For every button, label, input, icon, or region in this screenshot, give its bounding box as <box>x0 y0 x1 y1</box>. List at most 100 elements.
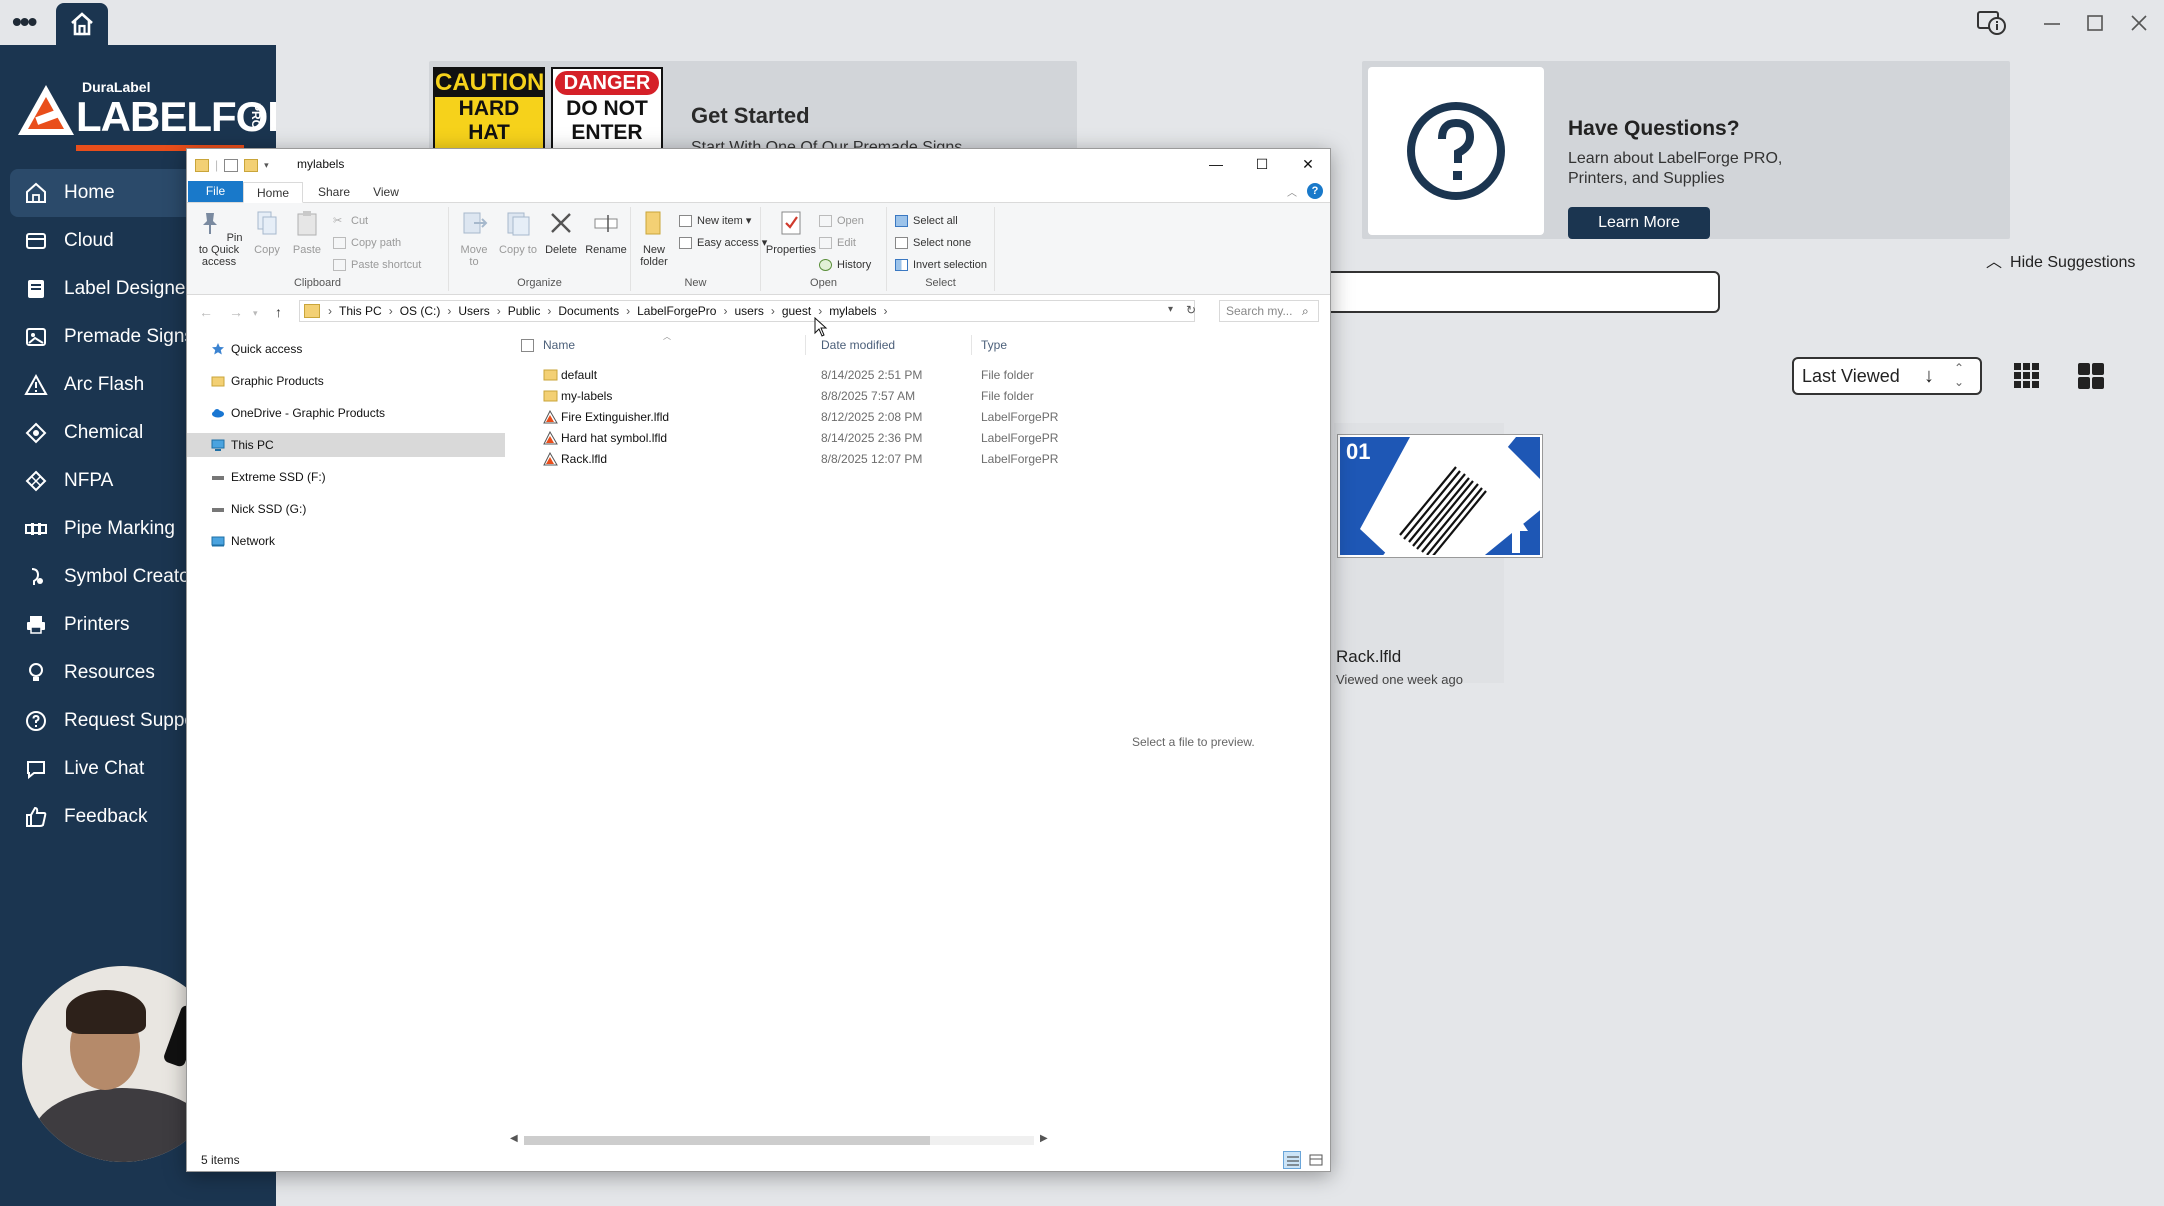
sort-select[interactable]: Last Viewed ↓ ⌃ ⌄ <box>1792 357 1982 395</box>
new-folder-label: New folder <box>640 244 668 268</box>
explorer-close-button[interactable]: ✕ <box>1285 149 1331 179</box>
hide-suggestions-button[interactable]: ︿ Hide Suggestions <box>1986 248 2135 272</box>
address-bar[interactable]: › This PC › OS (C:) › Users › Public › Docum… <box>299 300 1196 322</box>
file-row-hard-hat-symbol[interactable]: Hard hat symbol.lfld 8/14/2025 2:36 PM L… <box>505 428 1105 449</box>
history-button[interactable]: History <box>819 257 871 273</box>
copy-button[interactable]: Copy <box>249 209 285 256</box>
nav-network[interactable]: Network <box>187 529 505 553</box>
recent-locations-icon[interactable]: ▾ <box>253 308 258 319</box>
ribbon-collapse-icon[interactable]: ︿ <box>1287 184 1297 199</box>
large-icons-view-button[interactable] <box>1307 1151 1325 1169</box>
select-all-icon <box>895 215 908 227</box>
customize-toolbar-icon[interactable]: ▾ <box>264 160 269 171</box>
file-row-my-labels[interactable]: my-labels 8/8/2025 7:57 AM File folder <box>505 386 1105 407</box>
column-type[interactable]: Type <box>981 338 1007 352</box>
scrollbar-thumb[interactable] <box>524 1136 930 1145</box>
help-icon[interactable]: ? <box>1307 183 1323 199</box>
learn-more-button[interactable]: Learn More <box>1568 207 1710 239</box>
search-input[interactable] <box>1316 271 1720 313</box>
copy-path-label: Copy path <box>351 237 402 249</box>
recent-file-name[interactable]: Rack.lfld <box>1336 647 1401 667</box>
nav-graphic-products[interactable]: Graphic Products <box>187 369 505 393</box>
select-all-checkbox[interactable] <box>521 339 534 352</box>
ribbon-group-clipboard: Pin to Quick access Copy Paste ✂ Cut Copy… <box>187 207 449 291</box>
breadcrumb-item[interactable]: Public <box>508 304 541 318</box>
new-folder-button[interactable]: New folder <box>635 209 673 268</box>
cut-button[interactable]: ✂ Cut <box>333 213 368 229</box>
edit-label: Edit <box>837 237 856 249</box>
forward-arrow-icon[interactable]: → <box>229 304 243 320</box>
breadcrumb-item[interactable]: Users <box>458 304 489 318</box>
rename-button[interactable]: Rename <box>583 209 629 256</box>
invert-selection-button[interactable]: Invert selection <box>895 257 987 273</box>
breadcrumb-item[interactable]: OS (C:) <box>400 304 441 318</box>
new-item-button[interactable]: New item ▾ <box>679 213 751 229</box>
file-row-rack[interactable]: Rack.lfld 8/8/2025 12:07 PM LabelForgePR <box>505 449 1105 470</box>
pin-to-quick-access-button[interactable]: Pin to Quick access <box>193 209 245 268</box>
ribbon-group-label: New <box>684 277 707 289</box>
open-icon <box>819 215 832 227</box>
details-view-button[interactable] <box>1283 1151 1301 1169</box>
select-all-button[interactable]: Select all <box>895 213 958 229</box>
nav-quick-access[interactable]: Quick access <box>187 337 505 361</box>
breadcrumb-item[interactable]: This PC <box>339 304 382 318</box>
file-row-fire-extinguisher[interactable]: Fire Extinguisher.lfld 8/12/2025 2:08 PM… <box>505 407 1105 428</box>
home-tab[interactable] <box>56 3 108 45</box>
nav-onedrive[interactable]: OneDrive - Graphic Products <box>187 401 505 425</box>
new-folder-icon[interactable] <box>244 158 259 172</box>
maximize-button[interactable] <box>2078 8 2112 38</box>
select-none-button[interactable]: Select none <box>895 235 971 251</box>
edit-button[interactable]: Edit <box>819 235 856 251</box>
tab-file[interactable]: File <box>188 181 243 202</box>
properties-button[interactable]: Properties <box>765 209 817 256</box>
scroll-left-icon[interactable]: ◀ <box>510 1133 518 1144</box>
minimize-button[interactable] <box>2035 8 2069 38</box>
refresh-icon[interactable]: ↻ <box>1186 303 1196 317</box>
breadcrumb-item[interactable]: users <box>734 304 763 318</box>
details-view-icon <box>1287 1156 1299 1166</box>
breadcrumb-item[interactable]: mylabels <box>829 304 876 318</box>
delete-button[interactable]: Delete <box>541 209 581 256</box>
back-arrow-icon[interactable]: ← <box>199 304 213 320</box>
file-row-default[interactable]: default 8/14/2025 2:51 PM File folder <box>505 365 1105 386</box>
explorer-minimize-button[interactable]: — <box>1193 149 1239 179</box>
paste-shortcut-button[interactable]: Paste shortcut <box>333 257 421 273</box>
nav-this-pc[interactable]: This PC <box>187 433 505 457</box>
tab-home[interactable]: Home <box>243 182 303 203</box>
close-button[interactable] <box>2122 8 2156 38</box>
copy-label: Copy <box>254 244 280 256</box>
large-grid-view-button[interactable] <box>2076 361 2106 391</box>
notification-icon[interactable] <box>1975 8 2009 38</box>
address-dropdown-icon[interactable]: ▾ <box>1168 304 1173 315</box>
copy-path-button[interactable]: Copy path <box>333 235 401 251</box>
easy-access-button[interactable]: Easy access ▾ <box>679 235 767 251</box>
copy-to-button[interactable]: Copy to <box>499 209 537 256</box>
question-mark-icon <box>1407 102 1505 200</box>
column-name[interactable]: Name <box>543 338 575 352</box>
tab-share[interactable]: Share <box>309 182 359 203</box>
paste-button[interactable]: Paste <box>289 209 325 256</box>
explorer-maximize-button[interactable]: ☐ <box>1239 149 1285 179</box>
sort-label: Last Viewed <box>1802 366 1900 386</box>
recent-file-card[interactable]: 01 <box>1334 423 1543 683</box>
move-to-button[interactable]: Move to <box>455 209 493 268</box>
breadcrumb-item[interactable]: LabelForgePro <box>637 304 716 318</box>
paste-shortcut-label: Paste shortcut <box>351 259 422 271</box>
nav-extreme-ssd[interactable]: Extreme SSD (F:) <box>187 465 505 489</box>
breadcrumb-item[interactable]: guest <box>782 304 811 318</box>
column-date-modified[interactable]: Date modified <box>821 338 895 352</box>
properties-label: Properties <box>765 244 817 256</box>
sort-direction-icon[interactable]: ↓ <box>1924 359 1934 393</box>
nav-nick-ssd[interactable]: Nick SSD (G:) <box>187 497 505 521</box>
small-grid-view-button[interactable] <box>2012 361 2042 391</box>
open-button[interactable]: Open <box>819 213 864 229</box>
more-menu-icon[interactable]: ••• <box>12 8 44 40</box>
search-input[interactable]: Search my... ⌕ <box>1219 300 1319 322</box>
scroll-right-icon[interactable]: ▶ <box>1040 1133 1048 1144</box>
properties-icon[interactable] <box>224 158 239 172</box>
copy-icon <box>257 211 277 235</box>
up-arrow-icon[interactable]: ↑ <box>275 304 282 320</box>
horizontal-scrollbar[interactable]: ◀ ▶ <box>510 1133 1050 1147</box>
tab-view[interactable]: View <box>363 182 409 203</box>
breadcrumb-item[interactable]: Documents <box>558 304 619 318</box>
